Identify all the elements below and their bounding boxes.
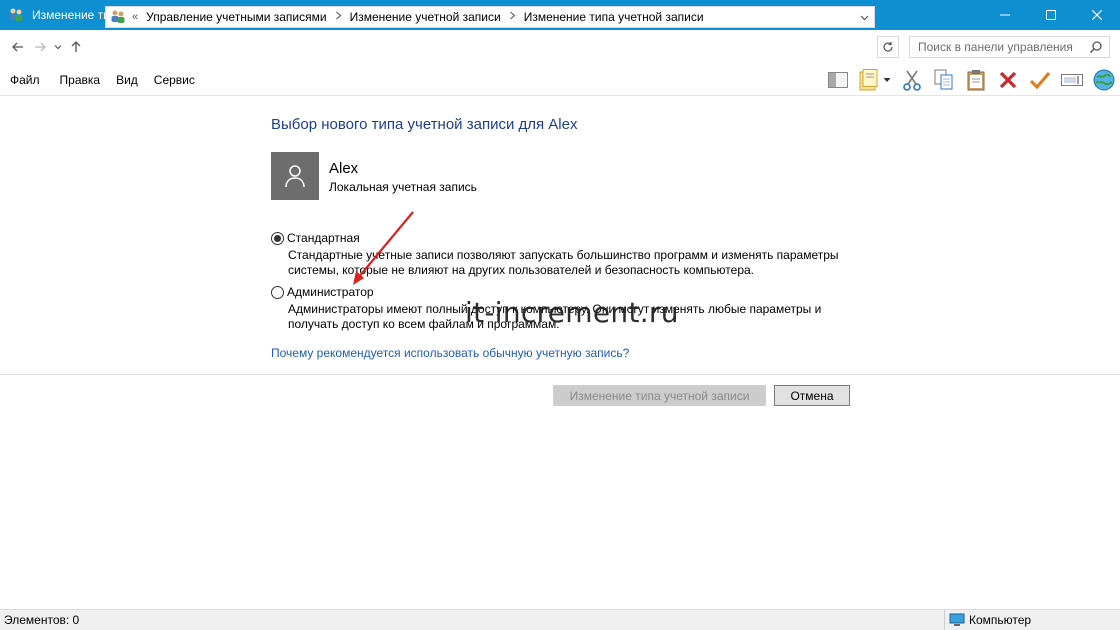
chevron-down-icon <box>860 15 868 20</box>
arrow-up-icon <box>71 40 81 52</box>
standard-description-line: системы, которые не влияют на других пол… <box>288 263 755 277</box>
user-silhouette-icon <box>285 165 305 188</box>
radio-standard[interactable] <box>271 232 284 245</box>
refresh-icon <box>883 42 893 52</box>
menu-file[interactable]: Файл <box>10 71 40 89</box>
cut-button[interactable] <box>900 68 924 92</box>
menu-view[interactable]: Вид <box>116 71 138 89</box>
chevron-right-icon <box>509 11 516 20</box>
watermark: it-increment.ru <box>465 296 679 329</box>
breadcrumb-change-account[interactable]: Изменение учетной записи <box>350 10 501 24</box>
properties-button[interactable] <box>858 68 892 92</box>
radio-administrator-label[interactable]: Администратор <box>287 285 374 299</box>
back-button[interactable] <box>7 36 29 58</box>
why-standard-account-link[interactable]: Почему рекомендуется использовать обычну… <box>271 346 629 360</box>
standard-description: Стандартные учетные записи позволяют зап… <box>288 248 848 278</box>
breadcrumb-separator[interactable] <box>509 11 516 23</box>
user-accounts-icon <box>110 9 126 25</box>
arrow-right-icon <box>35 42 46 51</box>
menu-bar: Файл Правка Вид Сервис <box>0 64 1120 96</box>
preview-pane-icon <box>828 72 848 88</box>
account-type-label: Локальная учетная запись <box>329 180 477 194</box>
up-button[interactable] <box>65 36 87 58</box>
checkmark-icon <box>1029 72 1051 90</box>
apply-button[interactable] <box>1028 68 1052 92</box>
status-location-label: Компьютер <box>969 613 1032 627</box>
address-bar[interactable]: « Управление учетными записями Изменение… <box>105 6 875 28</box>
copy-icon <box>934 69 953 90</box>
search-box[interactable] <box>909 36 1110 58</box>
maximize-button[interactable] <box>1028 0 1074 30</box>
address-history-dropdown[interactable] <box>854 7 874 27</box>
toolbar <box>826 67 1116 93</box>
radio-administrator[interactable] <box>271 286 284 299</box>
minimize-button[interactable] <box>982 0 1028 30</box>
chevron-down-icon <box>883 78 891 82</box>
preview-pane-button[interactable] <box>826 68 850 92</box>
recent-locations-button[interactable] <box>51 36 65 58</box>
breadcrumb-user-accounts[interactable]: Управление учетными записями <box>146 10 326 24</box>
delete-x-icon <box>999 71 1017 89</box>
close-button[interactable] <box>1074 0 1120 30</box>
breadcrumb-root-marker[interactable]: « <box>132 11 138 23</box>
change-account-type-button[interactable]: Изменение типа учетной записи <box>553 385 766 406</box>
cancel-button[interactable]: Отмена <box>774 385 850 406</box>
page-heading: Выбор нового типа учетной записи для Ale… <box>271 116 578 133</box>
rename-field-icon <box>1061 74 1083 86</box>
copy-button[interactable] <box>932 68 956 92</box>
menu-tools[interactable]: Сервис <box>154 71 195 89</box>
properties-icon <box>859 69 878 91</box>
paste-button[interactable] <box>964 68 988 92</box>
radio-standard-label[interactable]: Стандартная <box>287 231 360 245</box>
arrow-left-icon <box>12 42 23 51</box>
rename-button[interactable] <box>1060 68 1084 92</box>
search-input[interactable] <box>910 37 1080 57</box>
menu-edit[interactable]: Правка <box>60 71 101 89</box>
items-count: Элементов: 0 <box>4 613 80 627</box>
network-globe-button[interactable] <box>1092 68 1116 92</box>
clipboard-icon <box>967 70 985 91</box>
delete-button[interactable] <box>996 68 1020 92</box>
status-bar: Элементов: 0 Компьютер <box>0 609 1120 630</box>
scissors-icon <box>903 70 921 91</box>
standard-description-line: Стандартные учетные записи позволяют зап… <box>288 248 839 262</box>
chevron-down-icon <box>54 44 62 49</box>
refresh-button[interactable] <box>877 36 899 58</box>
user-accounts-icon <box>8 7 24 23</box>
avatar <box>271 152 319 200</box>
computer-icon <box>949 613 965 626</box>
breadcrumb-change-account-type[interactable]: Изменение типа учетной записи <box>524 10 704 24</box>
chevron-right-icon <box>335 11 341 20</box>
search-icon[interactable] <box>1089 40 1103 54</box>
forward-button[interactable] <box>29 36 51 58</box>
breadcrumb-separator[interactable] <box>335 11 342 23</box>
divider <box>0 374 1120 375</box>
user-name: Alex <box>329 160 359 177</box>
status-location: Компьютер <box>944 610 1031 630</box>
globe-icon <box>1093 69 1115 91</box>
